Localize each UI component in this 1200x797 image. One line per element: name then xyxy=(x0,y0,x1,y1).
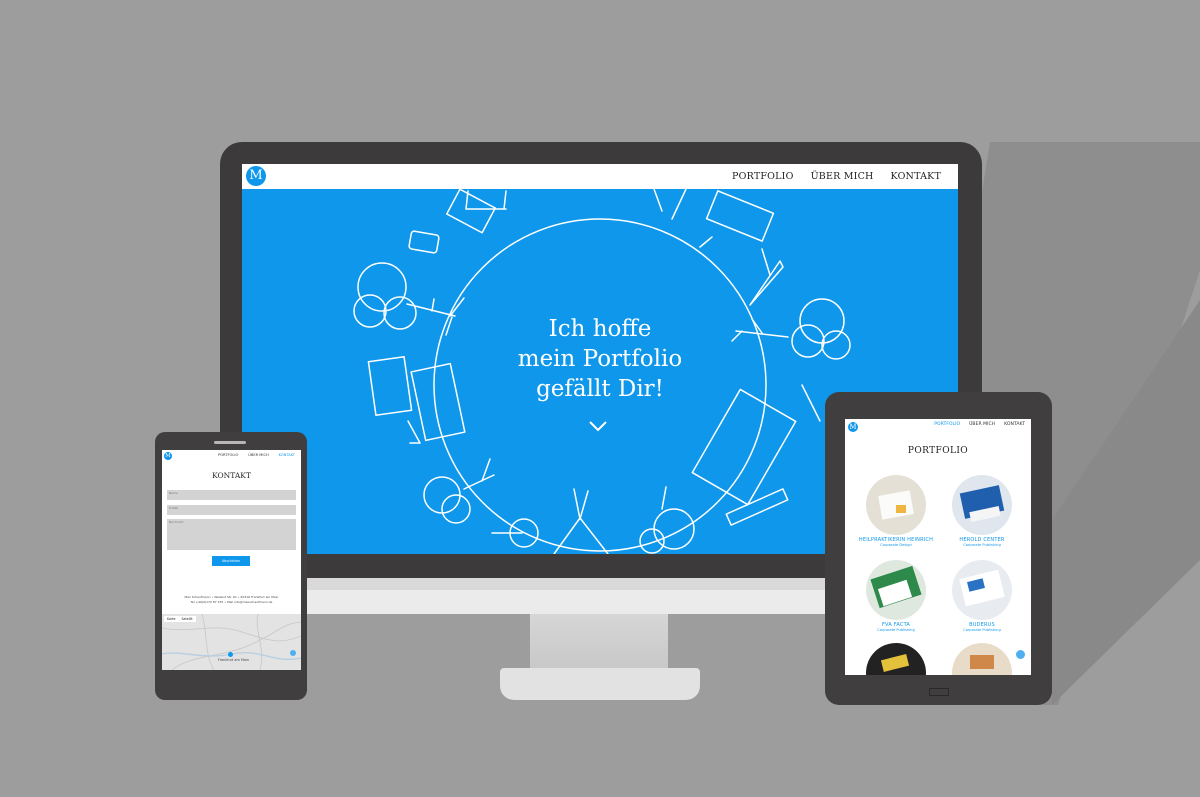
name-placeholder: Name xyxy=(169,491,178,495)
chevron-down-icon[interactable] xyxy=(588,419,608,433)
map-embed[interactable]: Karte Satellit Frankfurt am Main xyxy=(162,614,301,670)
phone-nav-portfolio[interactable]: PORTFOLIO xyxy=(218,453,238,457)
portfolio-item-category: Corporate Publishing xyxy=(877,628,915,632)
portfolio-item-category: Corporate Design xyxy=(880,543,912,547)
email-placeholder: E-Mail xyxy=(169,506,179,510)
portfolio-item-category: Corporate Publishing xyxy=(963,628,1001,632)
desktop-navbar: M PORTFOLIO ÜBER MICH KONTAKT xyxy=(242,164,958,189)
portfolio-thumb xyxy=(952,560,1012,620)
portfolio-item-category: Corporate Publishing xyxy=(963,543,1001,547)
portfolio-item[interactable] xyxy=(854,643,938,675)
tablet-navbar: M PORTFOLIO ÜBER MICH KONTAKT xyxy=(845,419,1031,435)
map-city-label: Frankfurt am Main xyxy=(218,658,249,662)
hero-headline: Ich hoffe mein Portfolio gefällt Dir! xyxy=(450,314,750,404)
tablet-home-button xyxy=(929,688,949,696)
contact-line: Tel +49(0)170 87 155 • Mail info@maxscha… xyxy=(190,600,273,604)
portfolio-item[interactable]: FVA FACTA Corporate Publishing xyxy=(854,560,938,632)
map-type-tabs: Karte Satellit xyxy=(164,616,196,622)
map-tab-karte[interactable]: Karte xyxy=(167,617,176,621)
portfolio-thumb xyxy=(866,475,926,535)
portfolio-thumb xyxy=(866,560,926,620)
phone-nav-ueber-mich[interactable]: ÜBER MICH xyxy=(248,453,268,457)
hero-line-3: gefällt Dir! xyxy=(536,376,664,402)
submit-button[interactable]: Abschicken xyxy=(212,556,250,566)
message-field[interactable]: Nachricht xyxy=(167,519,296,550)
phone-speaker xyxy=(214,441,246,444)
logo-icon[interactable]: M xyxy=(246,166,266,186)
phone-logo-icon[interactable]: M xyxy=(164,452,172,460)
portfolio-thumb xyxy=(952,475,1012,535)
tablet-nav-portfolio[interactable]: PORTFOLIO xyxy=(934,422,960,427)
hero-line-2: mein Portfolio xyxy=(517,346,683,372)
tablet-page-title: PORTFOLIO xyxy=(907,446,969,456)
name-field[interactable]: Name xyxy=(167,490,296,500)
nav-portfolio[interactable]: PORTFOLIO xyxy=(732,171,794,182)
tablet-nav-ueber-mich[interactable]: ÜBER MICH xyxy=(969,422,995,427)
phone-page-title: KONTAKT xyxy=(212,471,251,480)
map-pin-icon xyxy=(228,652,233,657)
portfolio-thumb xyxy=(866,643,926,675)
portfolio-item[interactable]: HEILPRAKTIKERIN HEINRICH Corporate Desig… xyxy=(854,475,938,547)
portfolio-item[interactable] xyxy=(940,643,1024,675)
portfolio-item[interactable]: BUDERUS Corporate Publishing xyxy=(940,560,1024,632)
message-placeholder: Nachricht xyxy=(169,520,184,524)
tablet-nav-kontakt[interactable]: KONTAKT xyxy=(1004,422,1025,427)
email-field[interactable]: E-Mail xyxy=(167,505,296,515)
monitor-stand-base xyxy=(500,668,700,700)
map-zoom-button[interactable] xyxy=(290,650,296,656)
tablet-screen: M PORTFOLIO ÜBER MICH KONTAKT PORTFOLIO … xyxy=(845,419,1031,675)
nav-kontakt[interactable]: KONTAKT xyxy=(891,171,941,182)
phone-screen: M PORTFOLIO ÜBER MICH KONTAKT KONTAKT Na… xyxy=(162,450,301,670)
map-tab-satellit[interactable]: Satellit xyxy=(182,617,193,621)
portfolio-item[interactable]: HEROLD CENTER Corporate Publishing xyxy=(940,475,1024,547)
hero-line-1: Ich hoffe xyxy=(548,316,652,342)
portfolio-thumb xyxy=(952,643,1012,675)
monitor-stand-neck xyxy=(530,614,668,670)
phone-nav-kontakt[interactable]: KONTAKT xyxy=(279,453,295,457)
nav-ueber-mich[interactable]: ÜBER MICH xyxy=(811,171,874,182)
scroll-top-button[interactable] xyxy=(1016,650,1025,659)
tablet-logo-icon[interactable]: M xyxy=(848,422,858,432)
address-line: Max Schaufmann • Weiland Str. 61 • 60316… xyxy=(184,595,279,599)
